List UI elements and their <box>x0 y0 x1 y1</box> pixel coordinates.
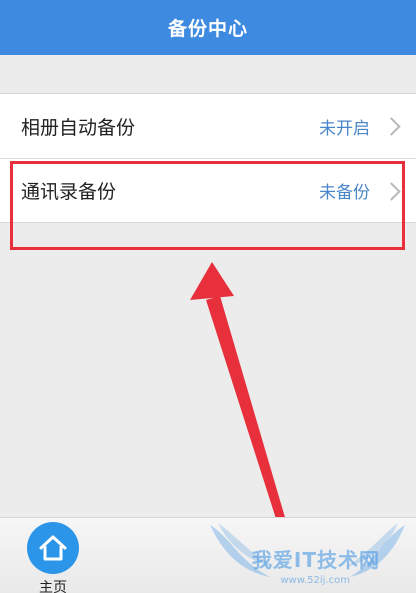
watermark: 我爱IT技术网 www.52ij.com <box>200 517 410 587</box>
watermark-text: 我爱IT技术网 <box>251 548 380 572</box>
annotation-arrow <box>190 262 294 550</box>
page-title: 备份中心 <box>167 18 248 40</box>
navbar: 备份中心 <box>0 0 416 55</box>
watermark-site: www.52ij.com <box>280 575 350 586</box>
row-label: 相册自动备份 <box>21 116 136 139</box>
home-button[interactable] <box>27 522 79 574</box>
highlight-box <box>10 161 405 250</box>
tab-home[interactable]: 主页 <box>22 522 84 593</box>
home-icon <box>39 535 67 561</box>
chevron-right-icon <box>382 117 401 136</box>
screen: 备份中心 相册自动备份 未开启 通讯录备份 未备份 主页 我爱IT技术网 www… <box>0 0 416 593</box>
arrow-shaft <box>206 296 294 550</box>
tab-home-label: 主页 <box>39 580 67 593</box>
row-album-auto-backup[interactable]: 相册自动备份 未开启 <box>0 94 416 158</box>
tabbar: 主页 我爱IT技术网 www.52ij.com <box>0 517 416 593</box>
row-status: 未开启 <box>319 118 370 139</box>
arrow-head-icon <box>190 262 234 300</box>
